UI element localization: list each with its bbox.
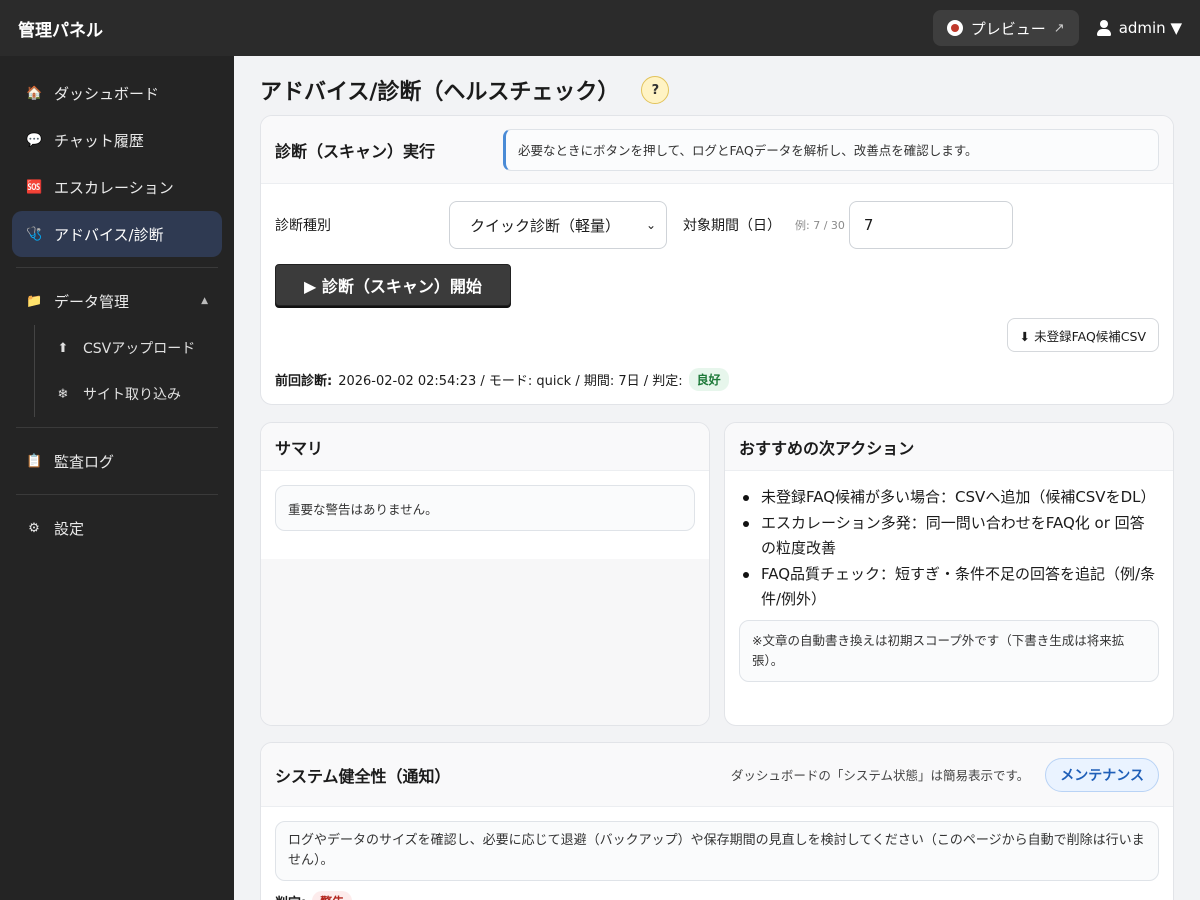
list-item: 未登録FAQ候補が多い場合：CSVへ追加（候補CSVをDL） [739,485,1159,510]
sidebar-item-site-import[interactable]: ❄ サイト取り込み [45,371,222,417]
snowflake-icon: ❄ [57,386,69,402]
caret-up-icon: ▲ [201,296,208,306]
scan-card-title: 診断（スキャン）実行 [275,141,436,161]
action-note: ※文章の自動書き換えは初期スコープ外です（下書き生成は将来拡張）。 [739,620,1159,682]
maintenance-button[interactable]: メンテナンス [1045,757,1159,792]
upload-icon: ⬆ [57,340,69,356]
system-health-card: システム健全性（通知） ダッシュボードの「システム状態」は簡易表示です。 メンテ… [260,742,1174,900]
scan-info-note: 必要なときにボタンを押して、ログとFAQデータを解析し、改善点を確認します。 [503,128,1159,171]
sidebar-item-chat-history[interactable]: 💬 チャット履歴 [12,117,222,163]
brand-title: 管理パネル [18,20,103,41]
list-item: FAQ品質チェック：短すぎ・条件不足の回答を追記（例/条件/例外） [739,562,1159,612]
last-run-text: 2026-02-02 02:54:23 / モード: quick / 期間: 7… [338,374,683,389]
next-actions-header: おすすめの次アクション [725,423,1173,471]
next-actions-card: おすすめの次アクション 未登録FAQ候補が多い場合：CSVへ追加（候補CSVをD… [724,422,1174,726]
sidebar-item-advice[interactable]: 🩺 アドバイス/診断 [12,211,222,257]
start-scan-button[interactable]: ▶ 診断（スキャン）開始 [275,264,511,306]
period-hint: 例: 7 / 30 [795,219,845,232]
sidebar-divider [16,427,218,428]
top-right-actions: プレビュー ↗ admin ▼ [932,10,1182,46]
page-title: アドバイス/診断（ヘルスチェック） [260,80,620,105]
next-actions-body: 未登録FAQ候補が多い場合：CSVへ追加（候補CSVをDL） エスカレーション多… [725,471,1173,696]
user-label: admin ▼ [1118,19,1182,37]
page-title-row: アドバイス/診断（ヘルスチェック） ? [260,72,1174,108]
top-bar: 管理パネル プレビュー ↗ admin ▼ [0,0,1200,56]
sidebar: 🏠 ダッシュボード 💬 チャット履歴 🆘 エスカレーション 🩺 アドバイス/診断… [0,56,234,900]
sidebar-item-audit-log[interactable]: 📋 監査ログ [12,438,222,484]
eye-icon [946,20,963,36]
system-health-notice: ログやデータのサイズを確認し、必要に応じて退避（バックアップ）や保存期間の見直し… [275,821,1159,881]
download-csv-button[interactable]: ⬇ 未登録FAQ候補CSV [1006,318,1159,352]
sidebar-sub-group: ⬆ CSVアップロード ❄ サイト取り込み [34,325,222,417]
scan-form-row: 診断種別 クイック診断（軽量） ⌄ 対象期間（日） 例: 7 / 30 7 [275,200,1159,250]
summary-notice: 重要な警告はありません。 [275,485,695,531]
summary-card-body: 重要な警告はありません。 [261,471,709,545]
sidebar-item-label: 監査ログ [54,452,115,471]
summary-empty-area [261,559,709,725]
scan-card-header: 診断（スキャン）実行 必要なときにボタンを押して、ログとFAQデータを解析し、改… [261,116,1173,184]
sidebar-item-data-management[interactable]: 📁 データ管理 ▲ [12,278,222,324]
period-input[interactable]: 7 [848,201,1013,249]
sidebar-divider [16,494,218,495]
sidebar-divider [16,267,218,268]
sidebar-item-label: ダッシュボード [54,84,160,103]
scan-card-body: 診断種別 クイック診断（軽量） ⌄ 対象期間（日） 例: 7 / 30 7 ▶ … [261,184,1173,320]
gear-icon: ⚙ [28,520,40,536]
verdict-label: 判定: [275,892,306,900]
sidebar-item-settings[interactable]: ⚙ 設定 [12,505,222,551]
list-item: エスカレーション多発：同一問い合わせをFAQ化 or 回答の粒度改善 [739,511,1159,561]
sidebar-item-label: チャット履歴 [54,131,144,150]
scan-type-value: クイック診断（軽量） [470,216,621,235]
verdict-row: 判定: 警告 [275,891,1159,900]
user-menu[interactable]: admin ▼ [1096,19,1182,37]
sidebar-item-label: エスカレーション [54,178,174,197]
main-content: アドバイス/診断（ヘルスチェック） ? 診断（スキャン）実行 必要なときにボタン… [234,56,1200,900]
stethoscope-icon: 🩺 [26,226,43,242]
chevron-down-icon: ⌄ [645,218,656,232]
scan-type-select[interactable]: クイック診断（軽量） ⌄ [449,201,667,249]
last-run-info: 前回診断: 2026-02-02 02:54:23 / モード: quick /… [275,368,729,391]
period-label: 対象期間（日） [683,218,781,234]
sidebar-item-escalation[interactable]: 🆘 エスカレーション [12,164,222,210]
summary-card-header: サマリ [261,423,709,471]
system-health-header: システム健全性（通知） ダッシュボードの「システム状態」は簡易表示です。 メンテ… [261,743,1173,807]
folder-icon: 📁 [26,293,43,309]
system-health-subtitle: ダッシュボードの「システム状態」は簡易表示です。 [730,768,1030,783]
sidebar-item-label: CSVアップロード [83,341,196,357]
status-badge: 警告 [312,891,353,900]
sidebar-item-label: データ管理 [54,292,130,311]
scan-type-label: 診断種別 [275,218,331,234]
sidebar-item-csv-upload[interactable]: ⬆ CSVアップロード [45,325,222,371]
sidebar-item-dashboard[interactable]: 🏠 ダッシュボード [12,70,222,116]
preview-button[interactable]: プレビュー ↗ [932,10,1079,46]
sidebar-item-label: サイト取り込み [83,387,181,403]
clipboard-icon: 📋 [26,453,43,469]
home-icon: 🏠 [26,85,43,101]
last-run-label: 前回診断: [275,374,333,389]
summary-card-title: サマリ [275,438,324,458]
status-badge: 良好 [688,368,729,391]
system-health-title: システム健全性（通知） [275,766,451,786]
sos-icon: 🆘 [26,179,43,195]
scan-card: 診断（スキャン）実行 必要なときにボタンを押して、ログとFAQデータを解析し、改… [260,115,1174,405]
speech-bubble-icon: 💬 [26,132,43,148]
summary-card: サマリ 重要な警告はありません。 [260,422,710,726]
help-icon[interactable]: ? [641,76,670,104]
external-link-icon: ↗ [1053,20,1065,36]
next-actions-title: おすすめの次アクション [739,438,915,458]
user-icon [1096,20,1111,36]
system-health-body: ログやデータのサイズを確認し、必要に応じて退避（バックアップ）や保存期間の見直し… [261,807,1173,900]
action-list: 未登録FAQ候補が多い場合：CSVへ追加（候補CSVをDL） エスカレーション多… [739,485,1159,612]
sidebar-item-label: 設定 [54,519,85,538]
preview-label: プレビュー [970,19,1046,38]
sidebar-item-label: アドバイス/診断 [54,225,164,244]
